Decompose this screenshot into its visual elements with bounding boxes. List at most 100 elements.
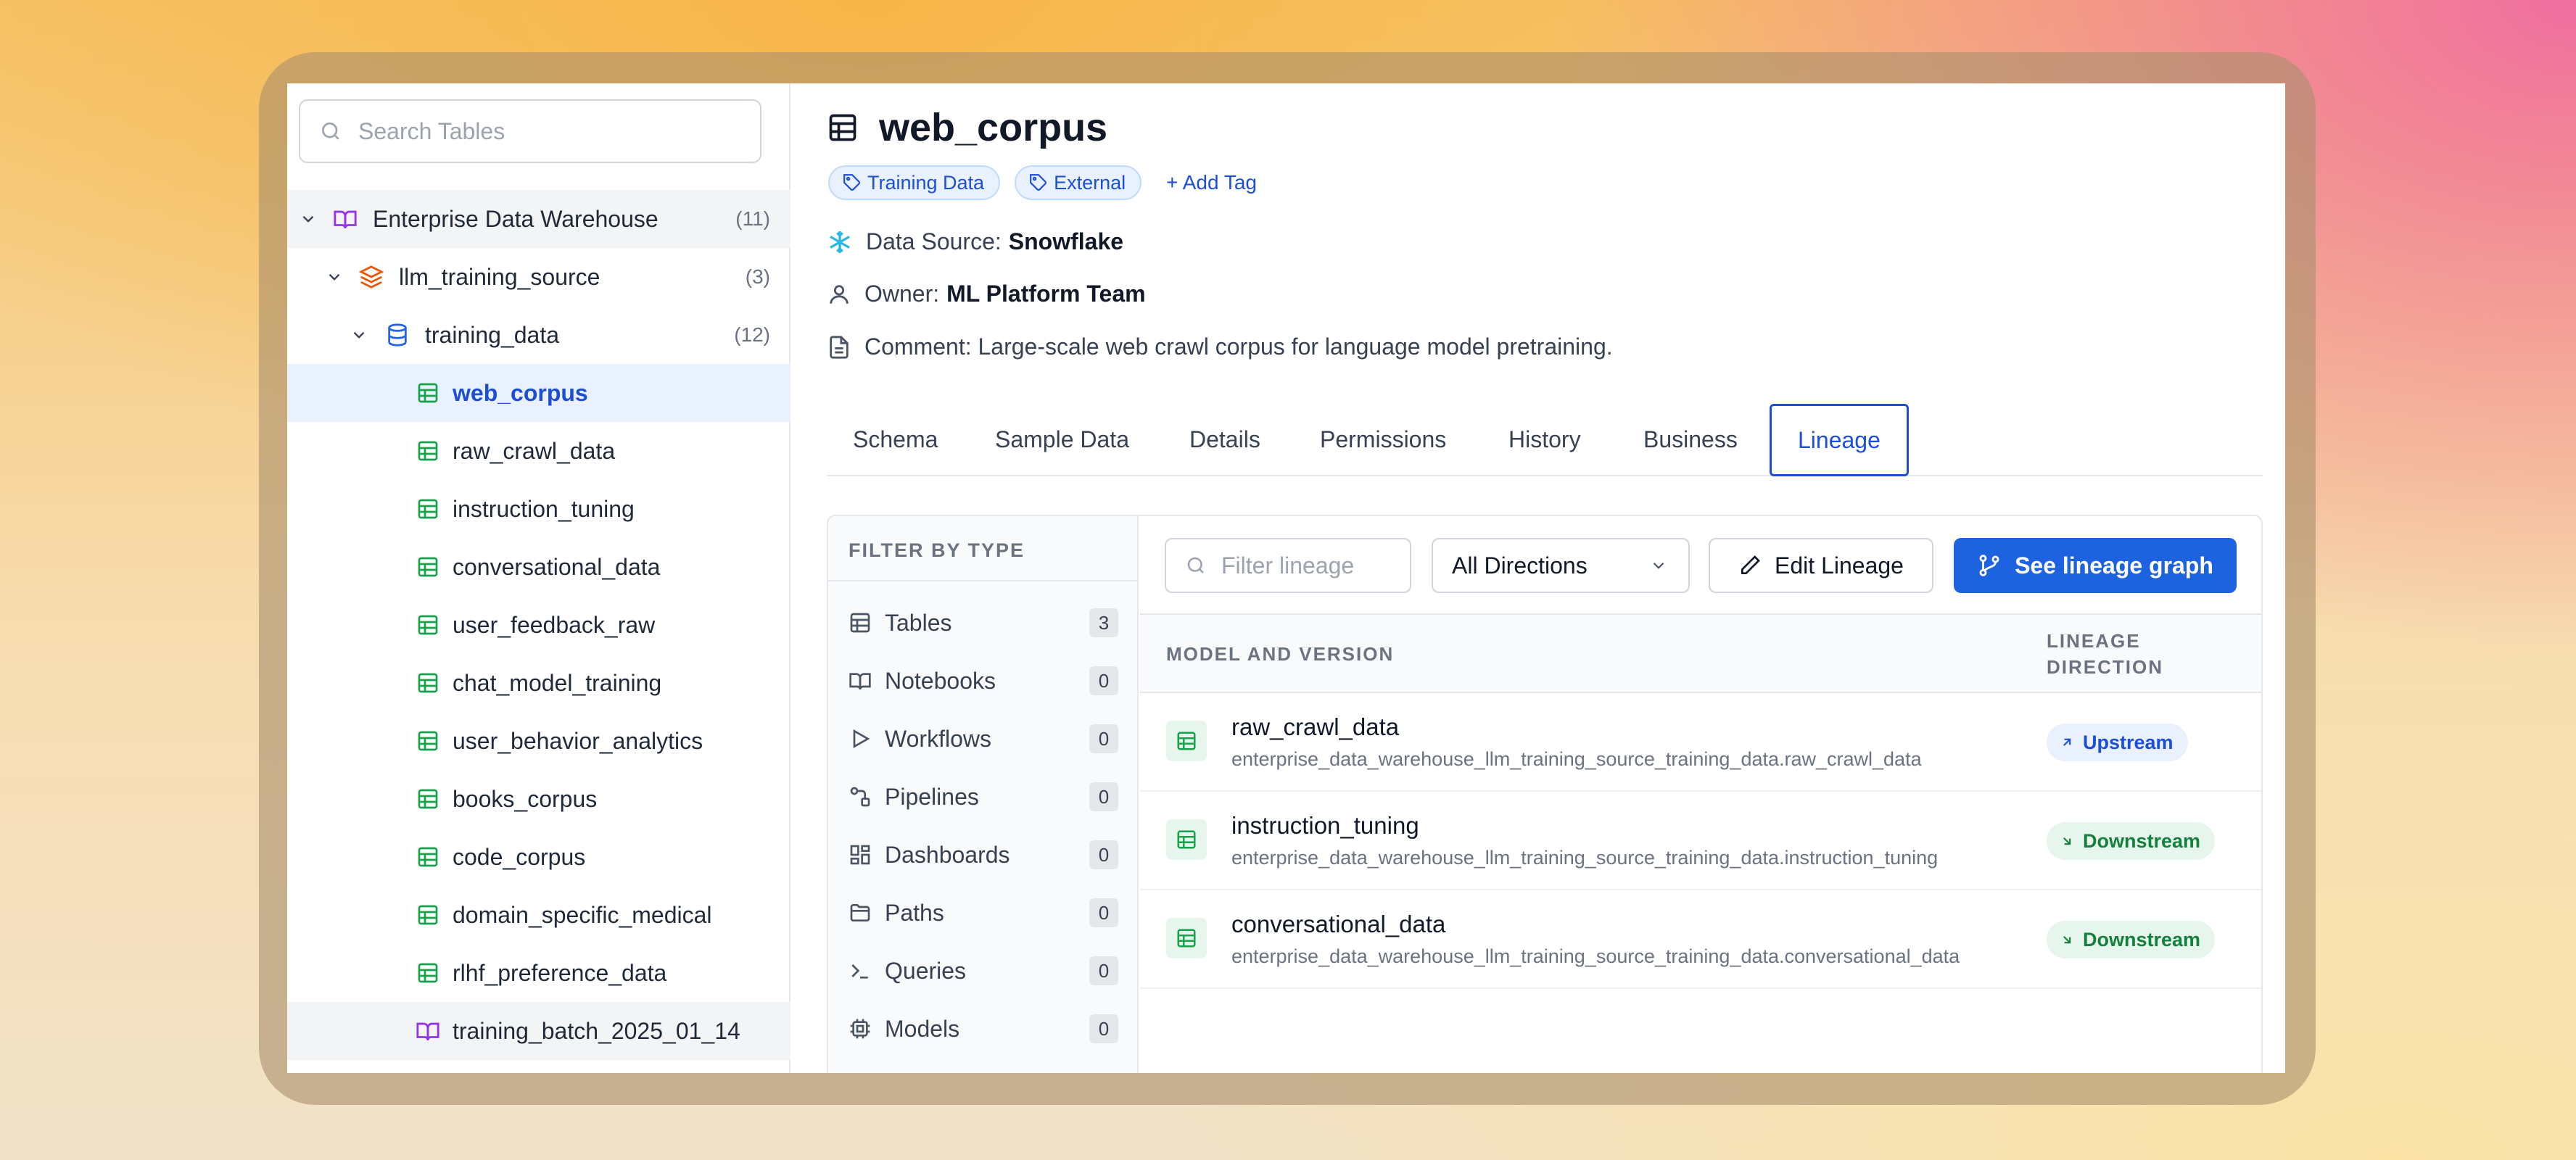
filter-count: 0 (1089, 666, 1118, 695)
sidebar: Search Tables Enterprise Data Warehouse … (287, 83, 790, 1073)
tree-item-chat-model-training[interactable]: chat_model_training (287, 654, 790, 712)
table-icon (415, 496, 441, 522)
tree-item-enterprise-data-warehouse[interactable]: Enterprise Data Warehouse (11) (287, 190, 790, 248)
lineage-item-name[interactable]: raw_crawl_data (1231, 713, 1399, 741)
filter-label: Workflows (885, 725, 991, 752)
tree-item-count: (12) (734, 323, 770, 346)
tag-training-data[interactable]: Training Data (828, 165, 1001, 200)
tree-item-label: domain_specific_medical (453, 901, 712, 928)
search-placeholder: Search Tables (358, 117, 505, 144)
tree-item-label: web_corpus (453, 379, 588, 406)
filter-workflows[interactable]: Workflows 0 (849, 717, 1118, 761)
chevron-down-icon[interactable] (323, 266, 345, 288)
tag-icon (843, 174, 860, 191)
table-row[interactable]: instruction_tuning enterprise_data_wareh… (1140, 792, 2261, 890)
lineage-item-name[interactable]: conversational_data (1231, 911, 1445, 938)
filter-lineage-placeholder: Filter lineage (1221, 552, 1355, 579)
tree-item-instruction-tuning[interactable]: instruction_tuning (287, 480, 790, 538)
tree-item-books-corpus[interactable]: books_corpus (287, 770, 790, 828)
dashboard-icon (850, 845, 870, 865)
filter-tables[interactable]: Tables 3 (849, 601, 1118, 645)
table-icon (415, 960, 441, 986)
tree-item-label: training_data (425, 321, 560, 348)
filter-count: 0 (1089, 782, 1118, 811)
table-icon (1166, 918, 1207, 958)
tree-item-label: user_behavior_analytics (453, 727, 703, 754)
data-source-value: Snowflake (1008, 228, 1124, 254)
search-icon (1187, 557, 1204, 573)
tree-item-user-behavior-analytics[interactable]: user_behavior_analytics (287, 712, 790, 770)
filter-lineage-input[interactable]: Filter lineage (1165, 538, 1411, 593)
tab-business[interactable]: Business (1643, 404, 1738, 475)
tab-history[interactable]: History (1508, 404, 1581, 475)
tab-details[interactable]: Details (1189, 404, 1260, 475)
filter-by-type-panel: FILTER BY TYPE Tables 3 Notebooks 0 Work… (828, 516, 1139, 1073)
pipeline-icon (850, 787, 870, 807)
table-icon (415, 612, 441, 638)
play-icon (853, 729, 870, 748)
filter-queries[interactable]: Queries 0 (849, 949, 1118, 993)
filter-count: 0 (1089, 956, 1118, 985)
filter-dashboards[interactable]: Dashboards 0 (849, 833, 1118, 877)
user-icon (830, 284, 849, 304)
tab-permissions[interactable]: Permissions (1320, 404, 1446, 475)
tag-external[interactable]: External (1015, 165, 1142, 200)
filter-label: Notebooks (885, 667, 996, 694)
tree-item-training-data[interactable]: training_data (12) (287, 306, 790, 364)
filter-models[interactable]: Models 0 (849, 1007, 1118, 1051)
chevron-down-icon[interactable] (348, 324, 370, 346)
tree-item-web-corpus[interactable]: web_corpus (287, 364, 790, 422)
tree-item-domain-specific-medical[interactable]: domain_specific_medical (287, 886, 790, 944)
tab-bar: Schema Sample Data Details Permissions H… (827, 404, 2263, 476)
tree-item-label: chat_model_training (453, 669, 662, 696)
see-lineage-graph-button[interactable]: See lineage graph (1954, 538, 2237, 593)
direction-badge: Downstream (2047, 822, 2216, 860)
arrow-up-right-icon (2063, 738, 2071, 746)
tree-item-label: llm_training_source (399, 263, 600, 290)
tree-item-llm-training-source[interactable]: llm_training_source (3) (287, 248, 790, 306)
document-icon (830, 335, 849, 359)
tree-item-label: user_feedback_raw (453, 611, 656, 638)
table-icon (415, 670, 441, 696)
page-header: web_corpus (827, 105, 1107, 150)
tree-item-training-batch[interactable]: training_batch_2025_01_14 (287, 1002, 790, 1060)
book-icon (332, 206, 358, 232)
direction-badge: Upstream (2047, 724, 2188, 761)
notebook-icon (849, 673, 871, 690)
column-header-model: MODEL AND VERSION (1166, 643, 1395, 665)
table-row[interactable]: raw_crawl_data enterprise_data_warehouse… (1140, 693, 2261, 792)
search-icon (322, 123, 339, 140)
tree-item-label: code_corpus (453, 843, 586, 870)
filter-paths[interactable]: Paths 0 (849, 891, 1118, 935)
filter-label: Dashboards (885, 841, 1010, 868)
add-tag-button[interactable]: + Add Tag (1166, 171, 1257, 194)
column-header-direction-line2: DIRECTION (2047, 656, 2163, 678)
chevron-down-icon[interactable] (297, 208, 319, 230)
tab-lineage[interactable]: Lineage (1770, 404, 1909, 476)
direction-label: Upstream (2083, 731, 2174, 753)
tree-item-user-feedback-raw[interactable]: user_feedback_raw (287, 596, 790, 654)
direction-select[interactable]: All Directions (1432, 538, 1690, 593)
tree-item-label: rlhf_preference_data (453, 959, 667, 986)
filter-label: Pipelines (885, 783, 979, 810)
tree-item-code-corpus[interactable]: code_corpus (287, 828, 790, 886)
edit-lineage-button[interactable]: Edit Lineage (1709, 538, 1933, 593)
tree-item-conversational-data[interactable]: conversational_data (287, 538, 790, 596)
filter-count: 0 (1089, 1014, 1118, 1043)
filter-pipelines[interactable]: Pipelines 0 (849, 775, 1118, 819)
terminal-icon (851, 964, 868, 979)
tree-item-label: training_batch_2025_01_14 (453, 1017, 740, 1044)
lineage-item-name[interactable]: instruction_tuning (1231, 812, 1419, 840)
tab-sample-data[interactable]: Sample Data (995, 404, 1129, 475)
tree-item-raw-crawl-data[interactable]: raw_crawl_data (287, 422, 790, 480)
table-icon (415, 554, 441, 580)
owner-row: Owner: ML Platform Team (827, 281, 1146, 307)
tag-label: Training Data (867, 171, 985, 194)
filter-notebooks[interactable]: Notebooks 0 (849, 659, 1118, 703)
tab-schema[interactable]: Schema (853, 404, 938, 475)
table-row[interactable]: conversational_data enterprise_data_ware… (1140, 890, 2261, 989)
tree-item-rlhf-preference-data[interactable]: rlhf_preference_data (287, 944, 790, 1002)
table-icon (829, 114, 856, 141)
main-content: web_corpus Training Data External + Add … (790, 83, 2285, 1073)
search-tables-input[interactable]: Search Tables (299, 99, 761, 163)
